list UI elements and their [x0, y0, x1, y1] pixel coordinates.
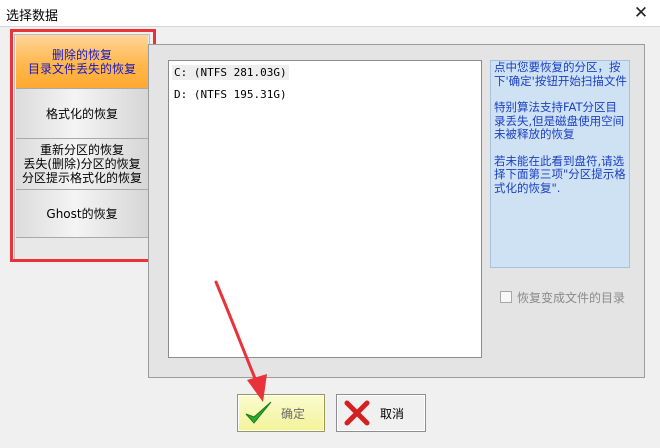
check-icon — [245, 401, 272, 424]
checkbox[interactable] — [500, 291, 512, 303]
checkbox-label: 恢复变成文件的目录 — [517, 290, 626, 305]
drive-list[interactable]: C: (NTFS 281.03G) D: (NTFS 195.31G) — [168, 60, 482, 358]
drive-item-c[interactable]: C: (NTFS 281.03G) — [172, 65, 289, 80]
dir-to-file-option[interactable]: 恢复变成文件的目录 — [500, 289, 625, 305]
cancel-button[interactable]: 取消 — [336, 394, 426, 432]
tab-repartition-recovery[interactable]: 重新分区的恢复 丢失(删除)分区的恢复 分区提示格式化的恢复 — [16, 139, 148, 190]
tab-deleted-recovery[interactable]: 删除的恢复 目录文件丢失的恢复 — [16, 35, 148, 89]
tab-label-line: Ghost的恢复 — [46, 206, 118, 221]
tab-ghost-recovery[interactable]: Ghost的恢复 — [16, 190, 148, 238]
title-bar: 选择数据 ✕ — [0, 0, 660, 27]
recovery-mode-tabs: 删除的恢复 目录文件丢失的恢复 格式化的恢复 重新分区的恢复 丢失(删除)分区的… — [14, 34, 150, 262]
ok-button-label: 确定 — [281, 406, 306, 421]
x-mark-icon — [344, 400, 370, 426]
tab-label-line: 目录文件丢失的恢复 — [27, 61, 136, 76]
close-icon[interactable]: ✕ — [630, 3, 652, 23]
ok-button[interactable]: 确定 — [237, 394, 325, 432]
tab-label-line: 重新分区的恢复 — [39, 143, 124, 157]
info-paragraph: 特别算法支持FAT分区目录丢失,但是磁盘使用空间未被释放的恢复 — [494, 100, 625, 141]
tab-label-line: 分区提示格式化的恢复 — [21, 171, 142, 185]
info-text-box: 点中您要恢复的分区，按下'确定'按钮开始扫描文件 特别算法支持FAT分区目录丢失… — [490, 60, 630, 268]
drive-item-d[interactable]: D: (NTFS 195.31G) — [172, 87, 289, 102]
tab-label-line: 删除的恢复 — [51, 47, 112, 62]
info-paragraph: 点中您要恢复的分区，按下'确定'按钮开始扫描文件 — [494, 60, 627, 88]
tab-label-line: 丢失(删除)分区的恢复 — [23, 157, 141, 171]
info-paragraph: 若未能在此看到盘符,请选择下面第三项"分区提示格式化的恢复". — [494, 153, 626, 195]
tab-format-recovery[interactable]: 格式化的恢复 — [16, 89, 148, 139]
cancel-button-label: 取消 — [380, 406, 405, 421]
tab-label-line: 格式化的恢复 — [45, 106, 118, 121]
window-title: 选择数据 — [6, 9, 59, 24]
